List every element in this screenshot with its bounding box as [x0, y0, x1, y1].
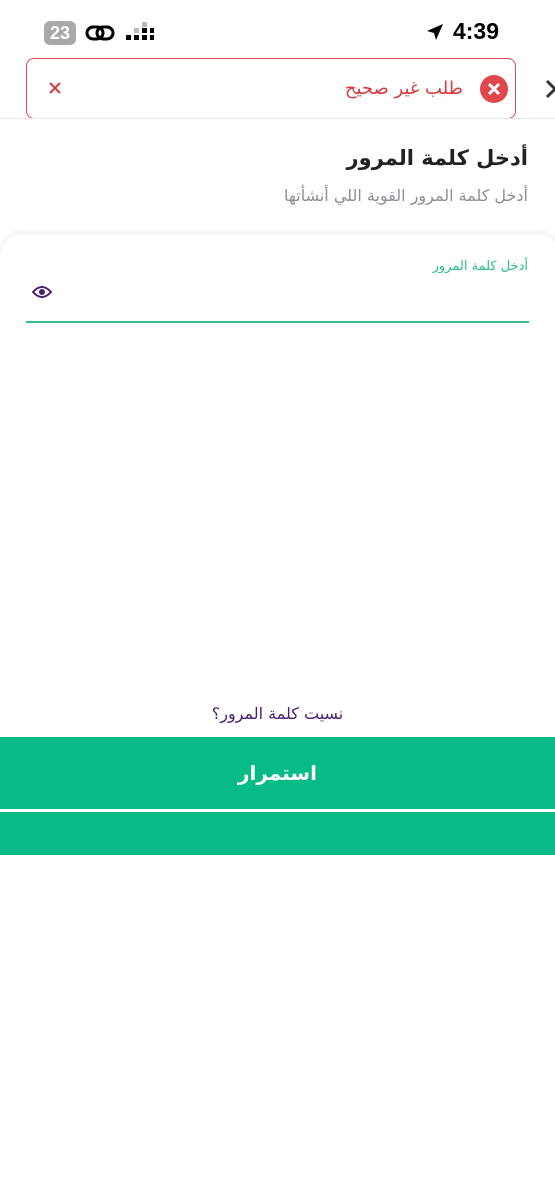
location-arrow-icon — [426, 23, 443, 40]
notification-count-badge: 23 — [44, 21, 77, 45]
close-icon[interactable] — [47, 80, 63, 96]
continue-button[interactable]: استمرار — [0, 737, 555, 809]
error-toast: طلب غير صحيح — [26, 58, 516, 119]
forgot-password-link[interactable]: نسيت كلمة المرور؟ — [0, 704, 555, 723]
header-divider — [0, 118, 555, 119]
status-bar: 23 4:39 — [0, 0, 555, 60]
page-subtitle: أدخل كلمة المرور القوية اللي أنشأتها — [283, 186, 528, 205]
form-card — [0, 234, 555, 754]
eye-icon[interactable] — [32, 284, 52, 300]
toast-message: طلب غير صحيح — [344, 78, 463, 99]
bottom-green-bar — [0, 812, 555, 855]
password-field-label: أدخل كلمة المرور — [432, 259, 528, 274]
status-time: 4:39 — [452, 18, 499, 44]
password-input[interactable] — [60, 282, 514, 312]
signal-icon — [126, 22, 155, 40]
password-field-underline — [26, 321, 529, 323]
page-title: أدخل كلمة المرور — [346, 146, 528, 170]
chevron-icon[interactable] — [543, 78, 555, 100]
link-icon — [85, 25, 115, 41]
status-right: 4:39 — [425, 18, 499, 45]
status-left: 23 — [44, 21, 155, 45]
error-x-icon — [480, 75, 508, 103]
